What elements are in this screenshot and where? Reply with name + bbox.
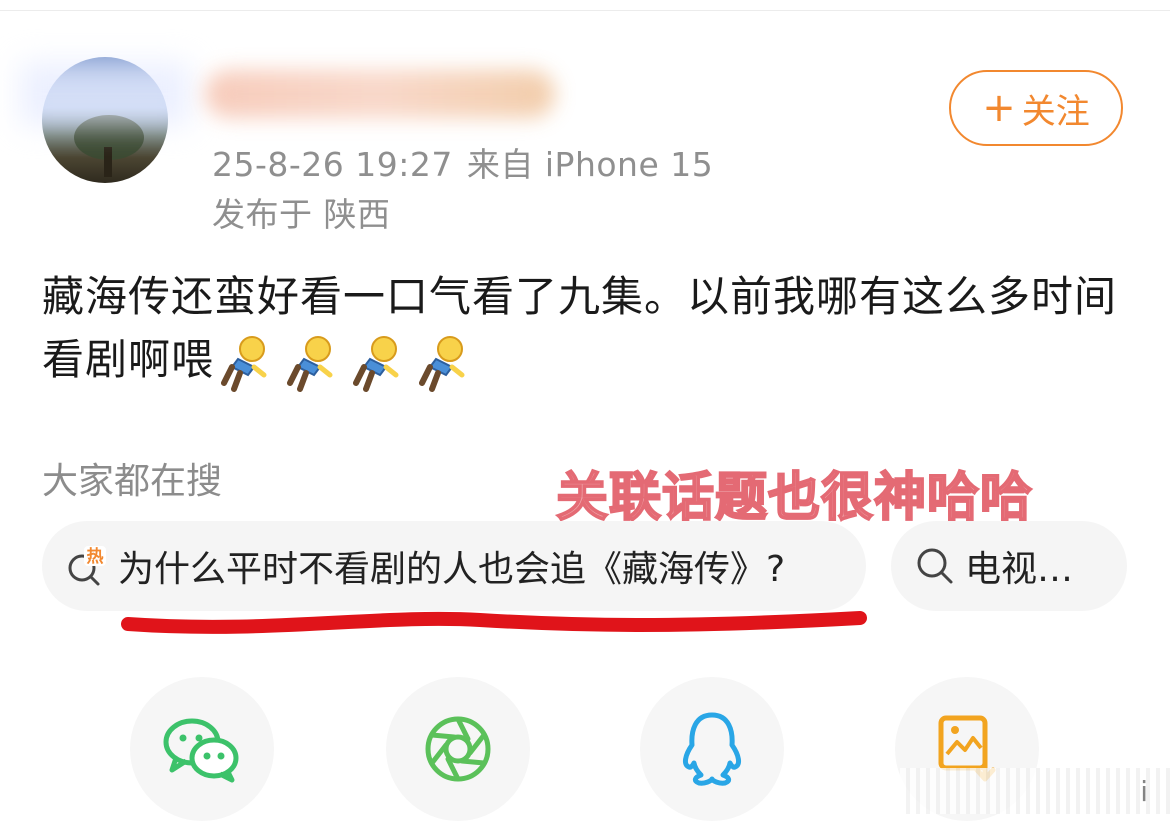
search-heading: 大家都在搜 [42, 461, 223, 502]
watermark-overlay: i [900, 768, 1170, 814]
avatar-trunk [104, 147, 112, 177]
post-text: 藏海传还蛮好看一口气看了九集。以前我哪有这么多时间看剧啊喂 [42, 272, 1118, 384]
post-timestamp: 25-8-26 19:27 [212, 145, 453, 184]
plus-icon: + [982, 85, 1016, 131]
post-body: 藏海传还蛮好看一口气看了九集。以前我哪有这么多时间看剧啊喂 [42, 265, 1132, 393]
search-chip-label: 电视… [965, 549, 1074, 590]
privacy-blur [20, 62, 190, 126]
emoji-group [218, 333, 476, 393]
post-location: 发布于 陕西 [212, 195, 391, 234]
red-underline-mark [121, 611, 867, 634]
post-source: 来自 iPhone 15 [466, 145, 714, 184]
annotation-text: 关联话题也很神哈哈 [555, 467, 1034, 529]
wechat-icon [163, 718, 239, 783]
dizzy-emoji-icon [353, 335, 399, 392]
search-icon [917, 548, 953, 584]
share-qq-button[interactable] [640, 677, 784, 821]
moments-icon [425, 716, 491, 782]
top-divider [0, 10, 1170, 11]
qq-icon [682, 712, 742, 786]
hot-search-icon: 热 [68, 546, 106, 586]
follow-label: 关注 [1021, 91, 1090, 132]
dizzy-emoji-icon [287, 335, 333, 392]
post-meta: 25-8-26 19:27 来自 iPhone 15 [212, 138, 727, 186]
share-moments-button[interactable] [386, 677, 530, 821]
follow-button[interactable]: + 关注 [949, 70, 1123, 146]
dizzy-emoji-icon [221, 335, 267, 392]
dizzy-emoji-icon [419, 335, 465, 392]
hot-search-chip[interactable]: 热 为什么平时不看剧的人也会追《藏海传》? [42, 521, 866, 611]
hot-badge: 热 [87, 546, 104, 567]
hot-search-label: 为什么平时不看剧的人也会追《藏海传》? [118, 549, 786, 590]
search-chip[interactable]: 电视… [891, 521, 1127, 611]
username-redacted[interactable] [205, 70, 555, 118]
share-wechat-button[interactable] [130, 677, 274, 821]
